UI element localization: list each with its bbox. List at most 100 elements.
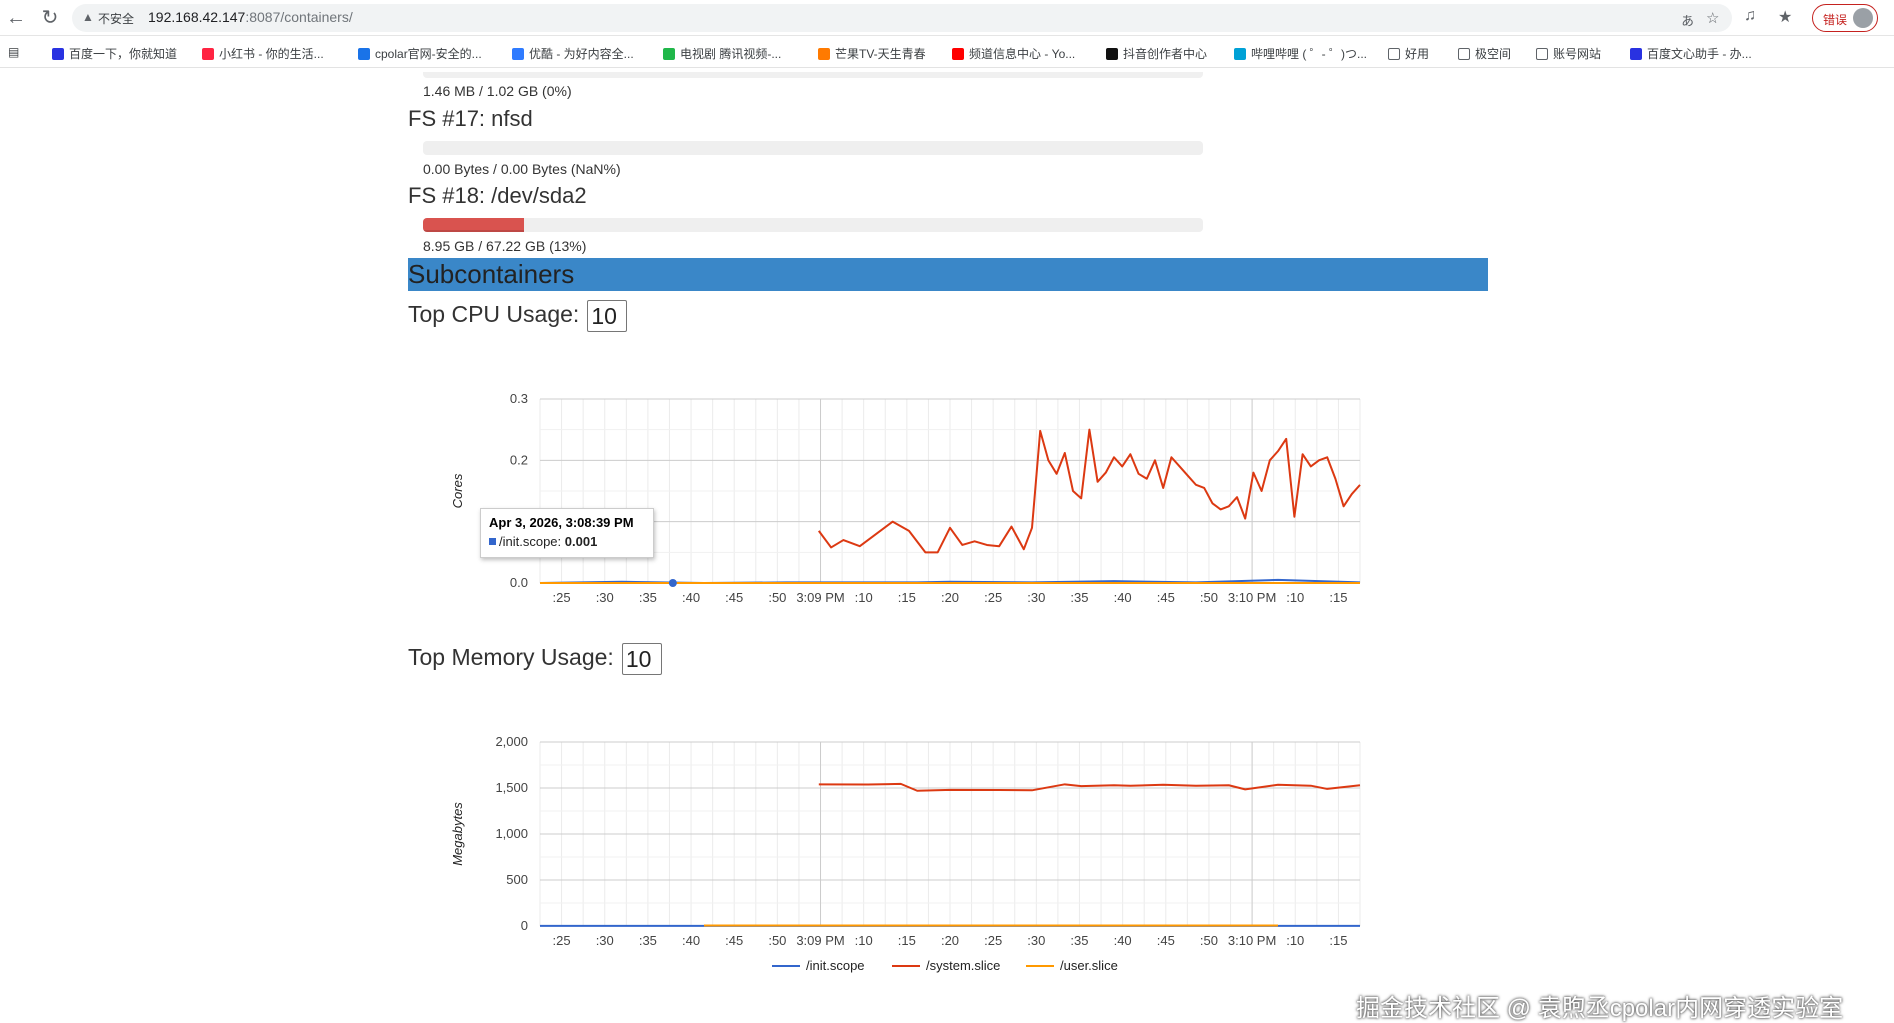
- watermark: 掘金技术社区 @ 袁煦丞cpolar内网穿透实验室: [1356, 995, 1844, 1022]
- x-tick-label: :40: [682, 590, 700, 605]
- x-tick-label: :50: [768, 933, 786, 948]
- x-tick-label: :15: [1329, 590, 1347, 605]
- y-axis-title: Megabytes: [450, 802, 465, 866]
- back-arrow-icon[interactable]: ←: [4, 6, 28, 30]
- x-tick-label: :30: [1027, 933, 1045, 948]
- memory-chart-svg: 2,000 1,500 1,000 500 0:25:30:35:40:45:50 3:0…: [450, 734, 1361, 973]
- bookmark-item[interactable]: cpolar官网-安全的...: [358, 45, 482, 62]
- bookmark-item[interactable]: 账号网站: [1536, 45, 1601, 62]
- favicon-icon: [512, 48, 524, 60]
- subcontainers-header: Subcontainers: [408, 258, 1488, 291]
- tab-search-icon[interactable]: ▤: [8, 45, 19, 59]
- favicon-icon: [1106, 48, 1118, 60]
- series-line: [818, 782, 1361, 792]
- cpu-count-input[interactable]: 10: [587, 300, 628, 332]
- legend-label: /init.scope: [806, 958, 865, 973]
- bookmark-label: 抖音创作者中心: [1123, 47, 1208, 61]
- bookmark-item[interactable]: 小红书 - 你的生活...: [202, 45, 324, 62]
- chart-tooltip: Apr 3, 2026, 3:08:39 PM /init.scope: 0.0…: [480, 508, 654, 558]
- bookmark-item[interactable]: 极空间: [1458, 45, 1511, 62]
- favicon-icon: [1630, 48, 1642, 60]
- memory-chart: 2,000 1,500 1,000 500 0:25:30:35:40:45:50 3:0…: [436, 715, 1376, 982]
- favorites-icon[interactable]: ★: [1778, 7, 1792, 27]
- x-tick-label: :20: [941, 933, 959, 948]
- fs16-progress-bar: [423, 72, 1203, 78]
- x-tick-label: 3:10 PM: [1228, 933, 1276, 948]
- reload-icon[interactable]: ↻: [38, 6, 62, 30]
- url-text[interactable]: 192.168.42.147:8087/containers/: [148, 9, 353, 25]
- x-tick-label: :25: [553, 590, 571, 605]
- bookmark-item[interactable]: 频道信息中心 - Yo...: [952, 45, 1075, 62]
- bookmark-item[interactable]: 好用: [1388, 45, 1429, 62]
- bookmark-label: cpolar官网-安全的...: [375, 47, 482, 61]
- fs18-title: FS #18: /dev/sda2: [408, 183, 587, 208]
- x-tick-label: :30: [1027, 590, 1045, 605]
- x-tick-label: :40: [1114, 933, 1132, 948]
- y-tick-label: 500: [506, 872, 528, 887]
- x-tick-label: :45: [725, 590, 743, 605]
- fs16-usage: 1.46 MB / 1.02 GB (0%): [423, 83, 572, 99]
- favicon-icon: [952, 48, 964, 60]
- x-tick-label: :10: [855, 933, 873, 948]
- tooltip-row: /init.scope: 0.001: [489, 534, 645, 549]
- x-tick-label: :35: [639, 933, 657, 948]
- bookmark-item[interactable]: 芒果TV-天生青春: [818, 45, 926, 62]
- x-tick-label: :40: [682, 933, 700, 948]
- browser-toolbar: ← ↻ ▲ 不安全 192.168.42.147:8087/containers…: [0, 0, 1894, 36]
- star-icon[interactable]: ☆: [1706, 9, 1719, 27]
- bookmark-label: 频道信息中心 - Yo...: [969, 47, 1076, 61]
- x-tick-label: :20: [941, 590, 959, 605]
- folder-icon: [1458, 48, 1470, 60]
- bookmark-label: 芒果TV-天生青春: [835, 47, 926, 61]
- favicon-icon: [358, 48, 370, 60]
- bookmark-item[interactable]: 哔哩哔哩 ( ゜- ゜)つ...: [1234, 45, 1367, 62]
- address-bar[interactable]: ▲ 不安全 192.168.42.147:8087/containers/ ぁ …: [72, 4, 1732, 32]
- bookmark-item[interactable]: 抖音创作者中心: [1106, 45, 1207, 62]
- x-tick-label: :40: [1114, 590, 1132, 605]
- bookmark-label: 电视剧 腾讯视频-...: [680, 47, 782, 61]
- bookmark-item[interactable]: 百度一下，你就知道: [52, 45, 177, 62]
- bookmark-label: 哔哩哔哩 ( ゜- ゜)つ...: [1251, 47, 1367, 61]
- folder-icon: [1536, 48, 1548, 60]
- x-tick-label: :35: [1070, 933, 1088, 948]
- bookmark-item[interactable]: 百度文心助手 - 办...: [1630, 45, 1752, 62]
- x-tick-label: :15: [1329, 933, 1347, 948]
- memory-count-input[interactable]: 10: [621, 643, 662, 675]
- translate-icon[interactable]: ぁ: [1680, 9, 1695, 30]
- favicon-icon: [1234, 48, 1246, 60]
- hover-point: [668, 579, 677, 587]
- bookmark-label: 极空间: [1475, 47, 1512, 61]
- memory-usage-label: Top Memory Usage: 10: [408, 643, 662, 675]
- profile-error-button[interactable]: 错误: [1812, 4, 1878, 32]
- x-tick-label: :45: [725, 933, 743, 948]
- media-icon[interactable]: ♫: [1744, 7, 1756, 25]
- avatar: [1853, 8, 1873, 28]
- folder-icon: [1388, 48, 1400, 60]
- x-tick-label: :10: [1286, 933, 1304, 948]
- x-tick-label: :45: [1157, 933, 1175, 948]
- x-tick-label: :50: [1200, 933, 1218, 948]
- favicon-icon: [52, 48, 64, 60]
- page-content: 1.46 MB / 1.02 GB (0%) FS #17: nfsd 0.0 0…: [0, 69, 1894, 1022]
- warning-icon: ▲: [82, 10, 94, 24]
- x-tick-label: :50: [768, 590, 786, 605]
- y-tick-label: 0.0: [510, 575, 528, 590]
- fs18-usage: 8.95 GB / 67.22 GB (13%): [423, 238, 587, 254]
- bookmark-label: 小红书 - 你的生活...: [219, 47, 324, 61]
- bookmarks-bar: ▤ 百度一下，你就知道 小红书 - 你的生活... cpolar官网-安全的... 优…: [0, 38, 1894, 68]
- fs17-title: FS #17: nfsd: [408, 106, 533, 131]
- y-tick-label: 0.2: [510, 452, 528, 467]
- y-tick-label: 1,500: [495, 780, 528, 795]
- x-tick-label: 3:09 PM: [796, 933, 844, 948]
- bookmark-item[interactable]: 优酷 - 为好内容全...: [512, 45, 634, 62]
- favicon-icon: [663, 48, 675, 60]
- x-tick-label: :30: [596, 933, 614, 948]
- x-tick-label: :25: [553, 933, 571, 948]
- x-tick-label: :15: [898, 590, 916, 605]
- x-tick-label: :25: [984, 590, 1002, 605]
- bookmark-label: 百度一下，你就知道: [69, 47, 178, 61]
- bookmark-item[interactable]: 电视剧 腾讯视频-...: [663, 45, 781, 62]
- x-tick-label: 3:09 PM: [796, 590, 844, 605]
- y-tick-label: 0.3: [510, 391, 528, 406]
- favicon-icon: [818, 48, 830, 60]
